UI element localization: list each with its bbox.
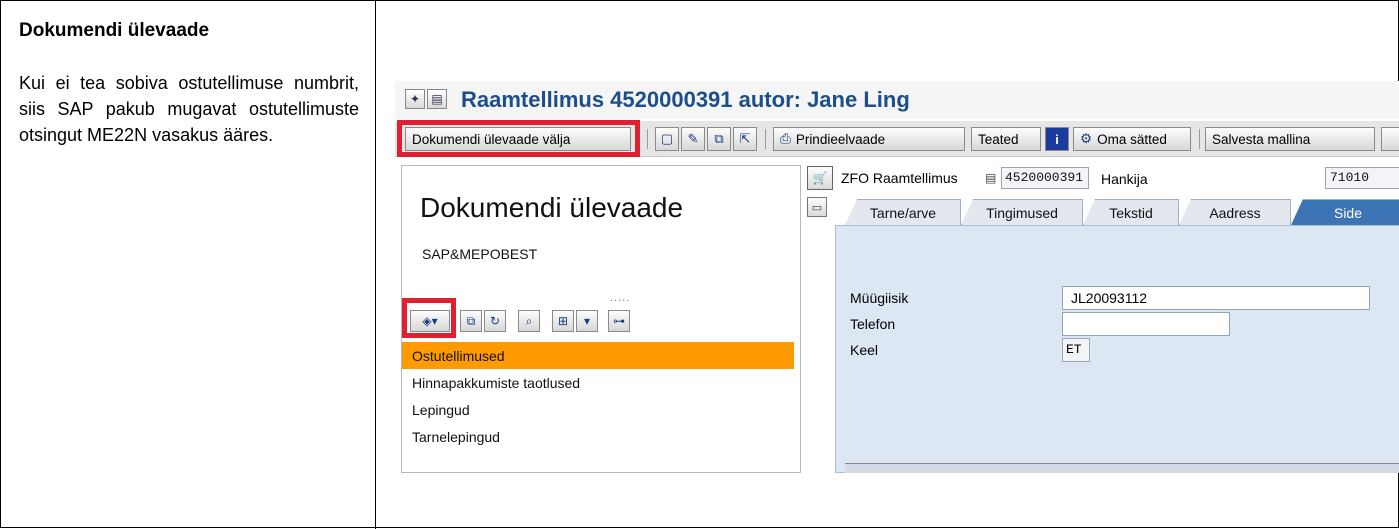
print-preview-label: Prindieelvaade bbox=[795, 131, 886, 147]
overflow-button[interactable] bbox=[1381, 127, 1399, 151]
phone-label: Telefon bbox=[850, 316, 896, 332]
overview-list: Ostutellimused Hinnapakkumiste taotlused… bbox=[402, 342, 794, 450]
tab-strip: Tarne/arve Tingimused Tekstid Aadress Si… bbox=[845, 199, 1399, 225]
document-number-field[interactable]: 4520000391 bbox=[1001, 167, 1089, 189]
vendor-label: Hankija bbox=[1101, 171, 1148, 187]
list-item-contracts[interactable]: Lepingud bbox=[402, 396, 794, 423]
instruction-cell: Dokumendi ülevaade Kui ei tea sobiva ost… bbox=[1, 1, 375, 529]
expand-header-icon[interactable]: ▭ bbox=[807, 197, 827, 217]
info-icon[interactable]: i bbox=[1045, 127, 1069, 151]
document-detail-pane: 🛒 ZFO Raamtellimus ▤ 4520000391 Hankija … bbox=[805, 165, 1399, 473]
communication-panel: Müügiisik JL20093112 Telefon Keel ET bbox=[835, 225, 1399, 473]
tab-texts[interactable]: Tekstid bbox=[1083, 199, 1179, 225]
personal-settings-button[interactable]: ⚙ Oma sätted bbox=[1073, 127, 1191, 151]
new-document-icon[interactable]: ▢ bbox=[655, 127, 679, 151]
salesperson-input[interactable]: JL20093112 bbox=[1062, 286, 1370, 310]
print-preview-icon: ⎙ bbox=[780, 131, 791, 146]
copy-icon[interactable]: ⧉ bbox=[460, 310, 482, 332]
document-overview-pane: Dokumendi ülevaade SAP&MEPOBEST ..... ◈▾… bbox=[401, 165, 801, 473]
copy-icon[interactable]: ⧉ bbox=[707, 127, 731, 151]
menu-icon[interactable]: ✦ bbox=[405, 89, 425, 109]
application-toolbar: Dokumendi ülevaade välja ▢ ✎ ⧉ ⇱ ⎙ Prind… bbox=[395, 120, 1399, 157]
messages-button[interactable]: Teated bbox=[971, 127, 1041, 151]
splitter-handle[interactable]: ..... bbox=[610, 292, 630, 304]
salesperson-label: Müügiisik bbox=[850, 290, 909, 306]
toolbar-separator bbox=[1199, 129, 1200, 149]
toolbar-separator bbox=[647, 129, 648, 149]
print-preview-button[interactable]: ⎙ Prindieelvaade bbox=[773, 127, 965, 151]
personal-settings-label: Oma sätted bbox=[1097, 131, 1167, 147]
title-bar: ✦ ▤ Raamtellimus 4520000391 autor: Jane … bbox=[395, 81, 1399, 119]
layout-icon[interactable]: ⊞ bbox=[552, 310, 574, 332]
language-field[interactable]: ET bbox=[1062, 338, 1090, 362]
title-icons: ✦ ▤ bbox=[405, 89, 447, 109]
list-item-rfqs[interactable]: Hinnapakkumiste taotlused bbox=[402, 369, 794, 396]
phone-input[interactable] bbox=[1062, 312, 1230, 336]
item-overview-toolbar bbox=[845, 463, 1399, 473]
tab-conditions[interactable]: Tingimused bbox=[961, 199, 1083, 225]
language-label: Keel bbox=[850, 342, 879, 358]
tab-address[interactable]: Aadress bbox=[1179, 199, 1291, 225]
overview-subtitle: SAP&MEPOBEST bbox=[422, 246, 538, 262]
highlight-box bbox=[402, 298, 456, 338]
dropdown-icon[interactable]: ▤ bbox=[985, 171, 996, 185]
overview-title: Dokumendi ülevaade bbox=[420, 192, 684, 223]
document-type[interactable]: ZFO Raamtellimus bbox=[841, 170, 958, 186]
document-table: Dokumendi ülevaade Kui ei tea sobiva ost… bbox=[0, 0, 1399, 529]
tab-communication[interactable]: Side bbox=[1291, 199, 1399, 225]
sap-screenshot: ✦ ▤ Raamtellimus 4520000391 autor: Jane … bbox=[395, 81, 1399, 473]
tab-delivery-invoice[interactable]: Tarne/arve bbox=[845, 199, 961, 225]
toolbar-separator bbox=[765, 129, 766, 149]
instruction-heading: Dokumendi ülevaade bbox=[19, 20, 210, 41]
vendor-field[interactable]: 71010 bbox=[1325, 167, 1399, 189]
hierarchy-icon[interactable]: ⊶ bbox=[608, 310, 630, 332]
cart-icon: 🛒 bbox=[807, 166, 833, 190]
refresh-icon[interactable]: ↻ bbox=[484, 310, 506, 332]
overview-toolbar: ◈▾ ⧉ ↻ ⌕ ⊞ ▾ ⊶ bbox=[402, 298, 802, 338]
other-document-icon[interactable]: ⇱ bbox=[733, 127, 757, 151]
layout-dropdown-icon[interactable]: ▾ bbox=[576, 310, 598, 332]
list-item-purchase-orders[interactable]: Ostutellimused bbox=[402, 342, 794, 369]
highlight-box bbox=[397, 120, 640, 157]
edit-pencil-icon[interactable]: ✎ bbox=[681, 127, 705, 151]
instruction-text: Kui ei tea sobiva ostutellimuse numbrit,… bbox=[19, 73, 359, 145]
document-header: 🛒 ZFO Raamtellimus ▤ 4520000391 Hankija … bbox=[805, 165, 1399, 193]
window-title: Raamtellimus 4520000391 autor: Jane Ling bbox=[461, 87, 910, 112]
dropdown-icon[interactable]: ▤ bbox=[427, 89, 447, 109]
column-divider bbox=[375, 1, 376, 529]
find-icon[interactable]: ⌕ bbox=[518, 310, 540, 332]
save-as-template-button[interactable]: Salvesta mallina bbox=[1205, 127, 1375, 151]
settings-icon: ⚙ bbox=[1080, 131, 1093, 146]
list-item-scheduling-agreements[interactable]: Tarnelepingud bbox=[402, 423, 794, 450]
